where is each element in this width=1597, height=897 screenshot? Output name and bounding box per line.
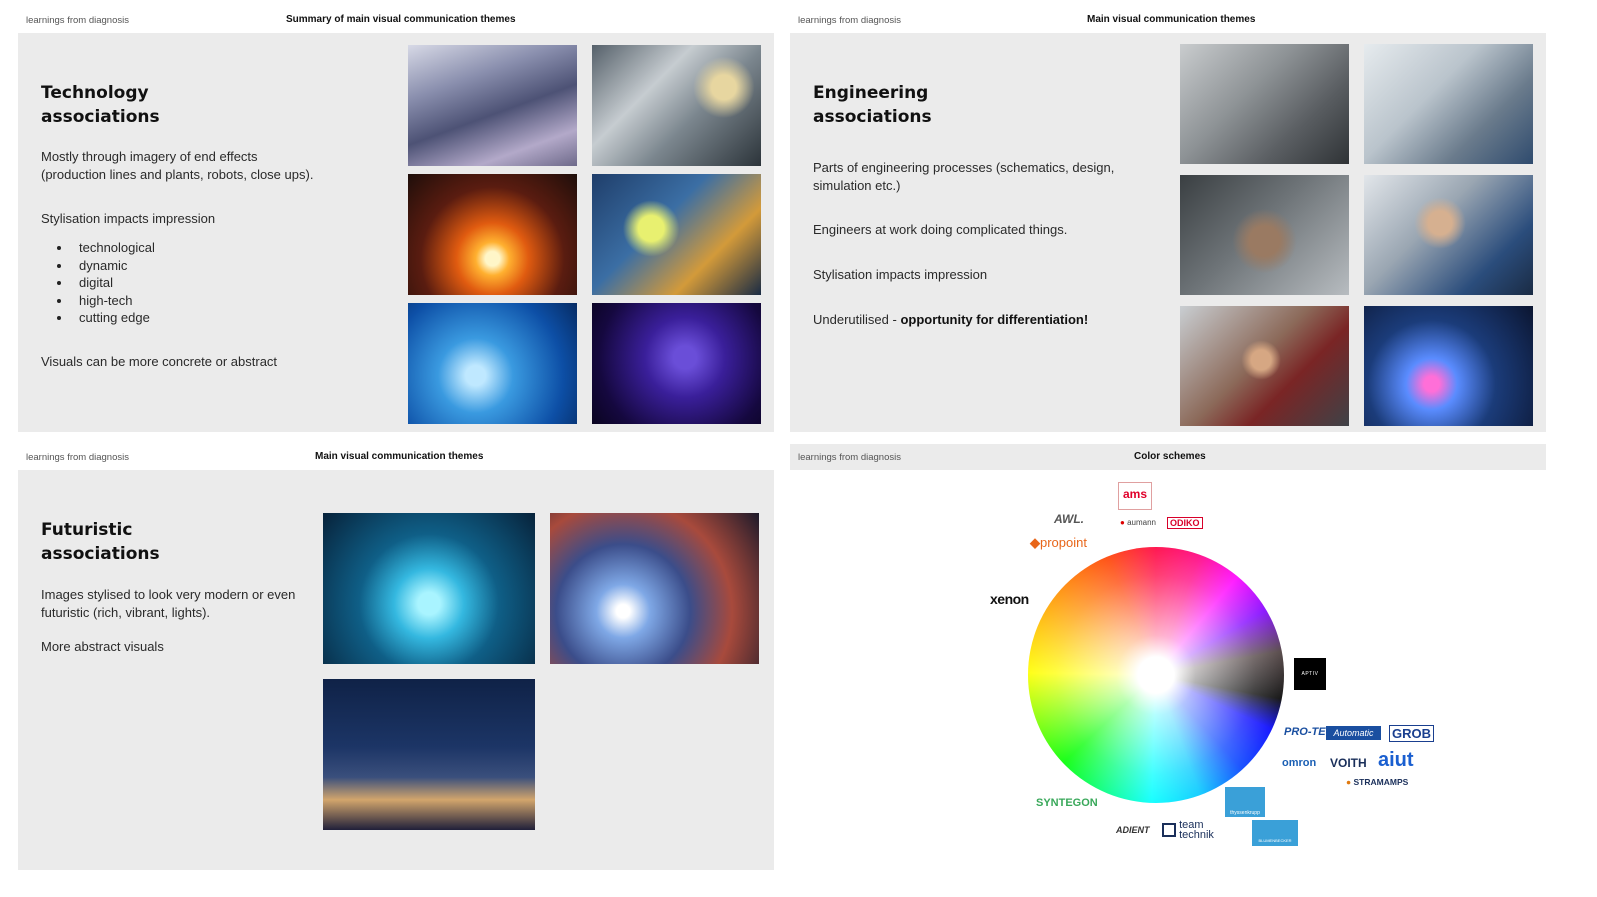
list-item: technological bbox=[41, 239, 155, 257]
slide-engineering: learnings from diagnosis Main visual com… bbox=[790, 7, 1546, 432]
slide-futuristic: learnings from diagnosis Main visual com… bbox=[18, 444, 774, 870]
slide-title: Technology associations bbox=[41, 83, 160, 127]
color-wheel bbox=[1028, 547, 1284, 803]
smiling-engineer-image bbox=[1180, 306, 1349, 426]
list-item: dynamic bbox=[41, 257, 155, 275]
slide-title: Futuristic associations bbox=[41, 520, 160, 564]
abstract-text: More abstract visuals bbox=[41, 639, 164, 654]
header-title: Main visual communication themes bbox=[1087, 14, 1256, 25]
futuristic-dashboard-image bbox=[323, 513, 535, 664]
propoint-logo: ◆propoint bbox=[1030, 535, 1087, 550]
laser-sparks-image bbox=[408, 174, 577, 295]
night-city-image bbox=[323, 679, 535, 830]
aumann-logo: ● aumann bbox=[1120, 518, 1156, 527]
wheel-center-glow bbox=[1028, 547, 1284, 803]
automatic-logo: Automatic bbox=[1326, 726, 1381, 740]
visuals-text: Visuals can be more concrete or abstract bbox=[41, 354, 278, 369]
list-item: cutting edge bbox=[41, 309, 155, 327]
slide-panel: Technology associations Mostly through i… bbox=[18, 33, 774, 432]
odiko-logo: ODIKO bbox=[1167, 517, 1203, 529]
description-paragraph: Parts of engineering processes (schemati… bbox=[813, 160, 1115, 193]
slide-header: learnings from diagnosis Main visual com… bbox=[790, 7, 1546, 33]
aiut-logo: aiut bbox=[1378, 749, 1414, 771]
adient-logo: ADIENT bbox=[1116, 825, 1150, 835]
slide-header: learnings from diagnosis Summary of main… bbox=[18, 7, 774, 33]
teamtechnik-logo: team technik bbox=[1162, 820, 1219, 841]
slide-panel: Engineering associations Parts of engine… bbox=[790, 33, 1546, 432]
header-section-label: learnings from diagnosis bbox=[798, 15, 901, 26]
header-title: Main visual communication themes bbox=[315, 451, 484, 462]
blumenbecker-logo: BLUMENBECKER bbox=[1252, 820, 1298, 846]
aumann-dot-icon: ● bbox=[1120, 518, 1125, 527]
factory-worker-image bbox=[592, 174, 761, 295]
robot-arm-image bbox=[592, 45, 761, 166]
hologram-car-image bbox=[1364, 306, 1533, 426]
xenon-logo: xenon bbox=[990, 591, 1029, 607]
stylisation-text: Stylisation impacts impression bbox=[813, 267, 988, 282]
description-paragraph: Mostly through imagery of end effects (p… bbox=[41, 149, 314, 182]
header-title: Summary of main visual communication the… bbox=[286, 14, 516, 25]
header-section-label: learnings from diagnosis bbox=[26, 15, 129, 26]
digital-robot-arm-image bbox=[408, 303, 577, 424]
neon-robot-arm-image bbox=[592, 303, 761, 424]
engineer-hands-image bbox=[1180, 175, 1349, 295]
thyssenkrupp-logo: thyssenkrupp bbox=[1225, 787, 1265, 817]
strama-logo: ● STRAMAMPS bbox=[1346, 777, 1409, 787]
ar-headset-image bbox=[1364, 175, 1533, 295]
light-tunnel-image bbox=[550, 513, 759, 664]
slide-header: learnings from diagnosis Color schemes bbox=[790, 444, 1546, 470]
impression-list: technological dynamic digital high-tech … bbox=[41, 239, 155, 327]
header-section-label: learnings from diagnosis bbox=[26, 452, 129, 463]
slide-colors: learnings from diagnosis Color schemes a… bbox=[790, 444, 1546, 870]
omron-logo: omron bbox=[1282, 757, 1317, 769]
ams-logo: ams bbox=[1118, 482, 1152, 510]
header-section-label: learnings from diagnosis bbox=[798, 452, 901, 463]
slide-title: Engineering associations bbox=[813, 83, 932, 127]
awl-logo: AWL. bbox=[1054, 512, 1084, 526]
voith-logo: VOITH bbox=[1330, 756, 1367, 770]
syntegon-logo: SYNTEGON bbox=[1036, 797, 1098, 809]
engineering-office-image bbox=[1364, 44, 1533, 164]
grob-logo: GROB bbox=[1389, 725, 1434, 742]
list-item: high-tech bbox=[41, 292, 155, 310]
engineers-text: Engineers at work doing complicated thin… bbox=[813, 222, 1068, 237]
production-line-image bbox=[408, 45, 577, 166]
slide-panel: Futuristic associations Images stylised … bbox=[18, 470, 774, 870]
description-paragraph: Images stylised to look very modern or e… bbox=[41, 587, 296, 620]
slide-header: learnings from diagnosis Main visual com… bbox=[18, 444, 774, 470]
teamtechnik-mark-icon bbox=[1162, 823, 1176, 837]
header-title: Color schemes bbox=[1134, 451, 1206, 462]
list-item: digital bbox=[41, 274, 155, 292]
stylisation-text: Stylisation impacts impression bbox=[41, 211, 216, 226]
propoint-diamond-icon: ◆ bbox=[1030, 535, 1040, 550]
underutilised-text: Underutilised - opportunity for differen… bbox=[813, 312, 1089, 327]
slide-technology: learnings from diagnosis Summary of main… bbox=[18, 7, 774, 432]
strama-globe-icon: ● bbox=[1346, 777, 1352, 787]
opportunity-highlight: opportunity for differentiation! bbox=[900, 312, 1089, 327]
sketching-image bbox=[1180, 44, 1349, 164]
aptiv-logo: APTIV bbox=[1294, 658, 1326, 690]
